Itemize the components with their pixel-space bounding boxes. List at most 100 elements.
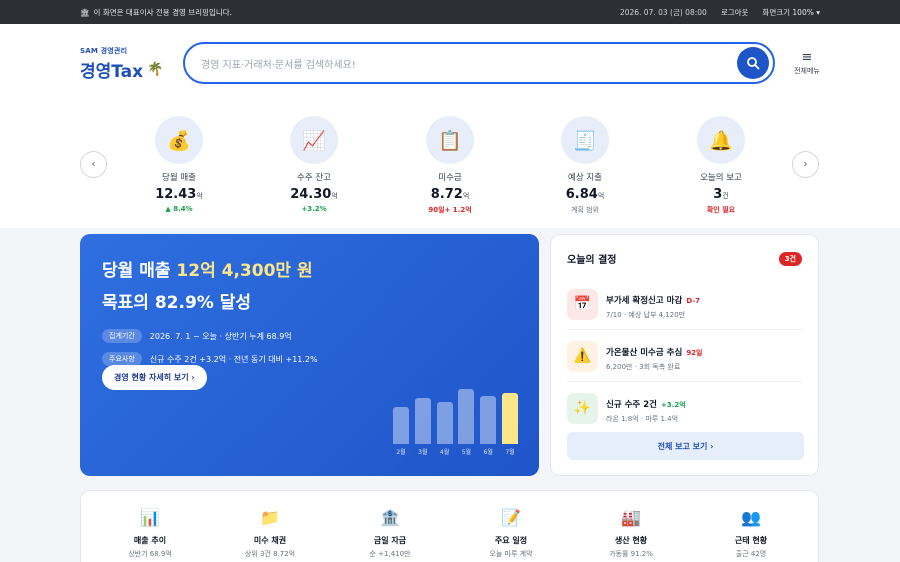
kpi-unit: 억	[331, 192, 338, 200]
hero-period-row: 집계기간 2026. 7. 1 ~ 오늘 · 상반기 누계 68.9억	[102, 329, 517, 343]
shortcut-sub: 출근 42명	[735, 550, 767, 558]
hero-highlights-text: 신규 수주 2건 +3.2억 · 전년 동기 대비 +11.2%	[149, 354, 318, 364]
carousel-prev-button[interactable]: ‹	[80, 151, 107, 178]
chart-bar	[502, 393, 518, 444]
kpi-name: 당월 매출	[162, 173, 196, 183]
chevron-left-icon: ‹	[91, 159, 96, 170]
chart-bar-label: 6월	[483, 449, 493, 456]
shortcut-sub: 가동률 91.2%	[609, 550, 653, 558]
hero-highlights-row: 주요사항 신규 수주 2건 +3.2억 · 전년 동기 대비 +11.2%	[102, 352, 517, 366]
kpi-receivables[interactable]: 📋 미수금 8.72억 90일+ 1.2억	[395, 116, 505, 215]
shortcut-sub: 오늘 마루 계약	[489, 550, 533, 558]
decision-title: 가온물산 미수금 추심	[606, 348, 683, 358]
kpi-value: 3	[713, 187, 723, 202]
people-icon: 👥	[741, 508, 761, 527]
calendar-icon: 📅	[567, 288, 598, 320]
chart-bar	[393, 407, 409, 444]
shortcut-schedule[interactable]: 📝 주요 일정 오늘 마루 계약	[461, 509, 561, 559]
decisions-title: 오늘의 결정	[567, 255, 617, 266]
decision-tag: 92일	[686, 349, 703, 357]
search-bar: 경영 지표·거래처·문서를 검색하세요!	[183, 42, 775, 84]
notice-text: 이 화면은 대표이사 전용 경영 브리핑입니다.	[93, 7, 233, 17]
sparkles-icon: ✨	[567, 392, 598, 424]
hero-details-button[interactable]: 경영 현황 자세히 보기 ›	[102, 365, 207, 390]
kpi-unit: 억	[597, 192, 605, 200]
decision-item-vat[interactable]: 📅 부가세 확정신고 마감 D-7 7/10 · 예상 납부 4,120만	[567, 278, 802, 330]
kpi-expected-expense[interactable]: 🧾 예상 지출 6.84억 계획 범위	[530, 116, 640, 215]
shortcut-name: 근태 현황	[734, 536, 768, 545]
kpi-monthly-sales[interactable]: 💰 당월 매출 12.43억 ▲ 8.4%	[124, 116, 234, 213]
kpi-name: 오늘의 보고	[700, 173, 742, 183]
receipt-icon: 🧾	[561, 116, 609, 164]
kpi-delta: 계획 범위	[571, 206, 599, 214]
chart-bar-label: 5월	[461, 449, 472, 456]
kpi-today-reports[interactable]: 🔔 오늘의 보고 3건 확인 필요	[666, 116, 776, 215]
decisions-count-badge: 3건	[778, 251, 802, 266]
brand-logo[interactable]: SAM 경영관리 경영Tax 🌴	[80, 46, 163, 82]
decision-sub: 7/10 · 예상 납부 4,120만	[606, 311, 686, 319]
palm-tree-icon: 🌴	[147, 62, 164, 77]
shortcut-sales-trend[interactable]: 📊 매출 추이 상반기 68.9억	[100, 509, 200, 559]
decision-tag: D-7	[686, 297, 701, 305]
shortcut-production[interactable]: 🏭 생산 현황 가동률 91.2%	[581, 509, 681, 559]
monthly-sales-chart	[393, 382, 518, 444]
factory-icon: 🏭	[621, 508, 641, 527]
header: SAM 경영관리 경영Tax 🌴 경영 지표·거래처·문서를 검색하세요! ≡ …	[0, 24, 900, 100]
hero-headline-prefix: 당월 매출	[102, 261, 177, 281]
hero-highlights-pill: 주요사항	[102, 352, 142, 366]
kpi-name: 예상 지출	[568, 173, 602, 183]
shortcut-sub: 순 +1,410만	[369, 550, 411, 558]
hero-headline: 당월 매출 12억 4,300만 원	[102, 256, 517, 281]
search-input[interactable]: 경영 지표·거래처·문서를 검색하세요!	[201, 56, 737, 71]
zoom-select[interactable]: 화면크기 100% ▾	[762, 7, 820, 18]
bank-icon: 🏛	[80, 7, 90, 17]
folder-icon: 📁	[260, 508, 280, 527]
search-icon	[747, 57, 760, 70]
chevron-right-icon: ›	[803, 159, 808, 170]
shortcut-name: 주요 일정	[494, 536, 528, 545]
chart-bar-label: 2월	[396, 449, 406, 456]
decision-item-collection[interactable]: ⚠️ 가온물산 미수금 추심 92일 6,200만 · 3회 독촉 완료	[567, 330, 802, 382]
decision-item-new-orders[interactable]: ✨ 신규 수주 2건 +3.2억 라온 1.8억 · 마루 1.4억	[567, 382, 802, 433]
shortcut-receivables[interactable]: 📁 미수 채권 상위 3건 8.72억	[220, 509, 320, 559]
chart-bar	[414, 398, 431, 444]
datetime: 2026. 07. 03 (금) 08:00	[619, 7, 707, 17]
notice: 🏛 이 화면은 대표이사 전용 경영 브리핑입니다.	[80, 7, 620, 18]
warning-icon: ⚠️	[567, 340, 598, 372]
all-menu-label: 전체메뉴	[794, 67, 820, 75]
bell-icon: 🔔	[697, 116, 745, 164]
decision-sub: 라온 1.8억 · 마루 1.4억	[606, 415, 679, 423]
memo-icon: 📝	[501, 508, 521, 527]
kpi-value: 8.72	[430, 187, 463, 202]
kpi-delta: 90일+ 1.2억	[428, 206, 472, 214]
decision-sub: 6,200만 · 3회 독촉 완료	[606, 363, 681, 371]
hero-headline-amount: 12억 4,300만 원	[176, 261, 313, 281]
shortcut-daily-funds[interactable]: 🏦 금일 자금 순 +1,410만	[340, 509, 440, 559]
full-report-button[interactable]: 전체 보고 보기 ›	[567, 432, 804, 460]
money-bag-icon: 💰	[155, 116, 203, 164]
kpi-unit: 건	[722, 192, 729, 200]
brand-name: 경영Tax	[80, 62, 144, 82]
kpi-unit: 억	[462, 192, 470, 200]
kpi-carousel: ‹ 💰 당월 매출 12.43억 ▲ 8.4% 📈 수주 잔고 24.30억 +…	[0, 100, 900, 228]
clipboard-icon: 📋	[426, 116, 474, 164]
bank-icon: 🏦	[380, 508, 400, 527]
brand-subtitle: SAM 경영관리	[80, 47, 128, 55]
chart-bar-label: 3월	[418, 449, 428, 456]
logout-link[interactable]: 로그아웃	[721, 7, 749, 18]
carousel-next-button[interactable]: ›	[792, 151, 819, 178]
all-menu-button[interactable]: ≡ 전체메뉴	[790, 50, 824, 76]
kpi-value: 6.84	[565, 187, 598, 202]
shortcut-sub: 상반기 68.9억	[128, 550, 172, 558]
shortcut-name: 생산 현황	[614, 536, 648, 545]
kpi-delta: 확인 필요	[706, 206, 736, 214]
chart-up-icon: 📈	[290, 116, 338, 164]
shortcut-sub: 상위 3건 8.72억	[244, 550, 296, 558]
hamburger-icon: ≡	[801, 50, 813, 65]
kpi-order-backlog[interactable]: 📈 수주 잔고 24.30억 +3.2%	[259, 116, 369, 213]
kpi-name: 수주 잔고	[297, 173, 331, 183]
kpi-delta: ▲ 8.4%	[165, 205, 193, 213]
shortcut-attendance[interactable]: 👥 근태 현황 출근 42명	[701, 509, 801, 559]
search-button[interactable]	[737, 47, 769, 79]
decision-title: 부가세 확정신고 마감	[606, 296, 683, 306]
